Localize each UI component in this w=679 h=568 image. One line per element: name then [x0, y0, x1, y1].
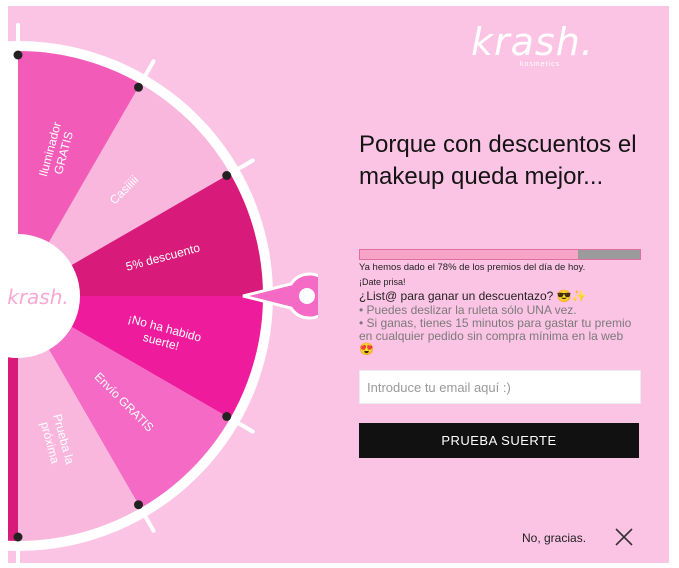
- prizes-progress-bar: [359, 249, 641, 260]
- wheel-peg: [222, 412, 232, 421]
- wheel-peg: [13, 50, 23, 60]
- prize-wheel-graphic: IluminadorGRATISCasiiiii5% descuento¡No …: [8, 23, 318, 563]
- close-button[interactable]: [614, 527, 634, 547]
- prize-wheel[interactable]: IluminadorGRATIS Casiiiii 5% descuento ¡No …: [8, 6, 318, 563]
- progress-note: Ya hemos dado el 78% de los premios del …: [359, 262, 586, 273]
- wheel-hub-logo: krash.: [8, 285, 69, 309]
- brand-subtitle: kosmetics: [520, 61, 561, 68]
- headline: Porque con descuentos el makeup queda me…: [359, 131, 637, 190]
- wheel-pointer-dot: [299, 288, 315, 304]
- spin-wheel-popup: IluminadorGRATIS Casiiiii 5% descuento ¡No …: [8, 6, 669, 563]
- hurry-text: ¡Date prisa!: [359, 277, 406, 287]
- email-input[interactable]: [359, 370, 641, 404]
- wheel-peg: [134, 82, 143, 92]
- wheel-peg: [13, 532, 23, 542]
- wheel-peg: [222, 171, 232, 180]
- try-luck-button[interactable]: PRUEBA SUERTE: [359, 423, 639, 458]
- question-text: ¿List@ para ganar un descuentazo? 😎✨: [359, 289, 587, 303]
- brand-logo: krash.: [471, 20, 594, 64]
- rule-item: • Si ganas, tienes 15 minutos para gasta…: [359, 316, 632, 356]
- prizes-progress-fill: [360, 250, 579, 259]
- no-thanks-link[interactable]: No, gracias.: [522, 531, 586, 545]
- wheel-peg: [134, 500, 143, 510]
- close-icon: [615, 528, 633, 546]
- rules-list: • Puedes deslizar la ruleta sólo UNA vez…: [359, 304, 639, 356]
